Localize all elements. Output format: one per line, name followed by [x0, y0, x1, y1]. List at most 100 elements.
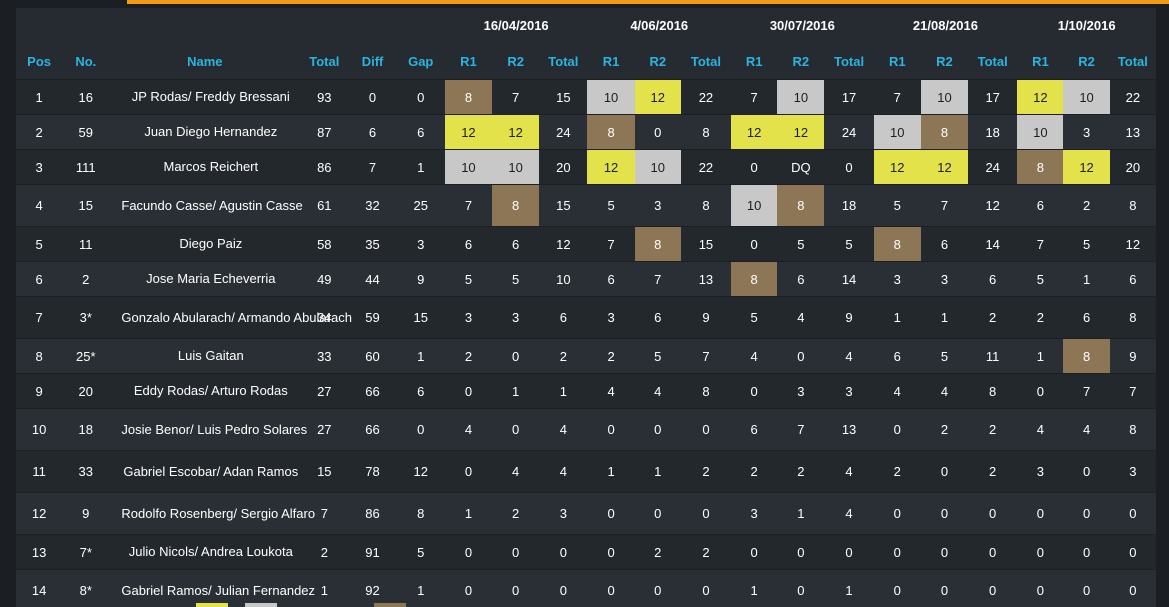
col-e4-r2[interactable]: R2: [920, 43, 969, 80]
row-number: 7*: [62, 534, 110, 570]
event-5-total-cell: 3: [1109, 450, 1156, 493]
row-number: 111: [62, 149, 110, 185]
event-3-r1-cell: 7: [731, 79, 778, 115]
col-e3-r1[interactable]: R1: [731, 43, 778, 80]
event-1-r1-cell: 5: [444, 261, 493, 297]
event-3-r2-cell: 0: [777, 338, 825, 374]
event-4-r1-cell: 3: [873, 261, 921, 297]
col-gap[interactable]: Gap: [396, 43, 445, 80]
col-e5-total[interactable]: Total: [1109, 43, 1156, 80]
event-4-r1-cell: 1: [873, 296, 921, 339]
row-pos: 5: [16, 226, 63, 262]
event-4-r2-cell: 1: [920, 296, 969, 339]
event-2-r2-cell: 1: [634, 450, 681, 493]
row-gap: 6: [396, 114, 445, 150]
table-row[interactable]: 7 3* Gonzalo Abularach/ Armando Abularach 3…: [16, 296, 1156, 339]
col-e2-r2[interactable]: R2: [634, 43, 681, 80]
event-4-total-cell: 18: [968, 114, 1018, 150]
row-total: 93: [300, 79, 349, 115]
table-row[interactable]: 6 2 Jose Maria Echeverria 49 44 9 5 5 10 6 7 13 8 6 14…: [16, 261, 1156, 297]
col-e2-r1[interactable]: R1: [587, 43, 635, 80]
row-name: JP Rodas/ Freddy Bressani: [109, 79, 301, 115]
event-4-total-cell: 2: [968, 408, 1018, 451]
event-3-r1-cell: 0: [731, 149, 778, 185]
table-row[interactable]: 2 59 Juan Diego Hernandez 87 6 6 12 12 24 8 0 8 12 12…: [16, 114, 1156, 150]
event-4-total-cell: 8: [968, 373, 1018, 409]
col-e5-r2[interactable]: R2: [1063, 43, 1110, 80]
row-diff: 66: [348, 373, 397, 409]
table-row[interactable]: 9 20 Eddy Rodas/ Arturo Rodas 27 66 6 0 1 1 4 4 8 0 3…: [16, 373, 1156, 409]
col-name[interactable]: Name: [109, 43, 301, 80]
col-total[interactable]: Total: [300, 43, 349, 80]
event-date-4: 21/08/2016: [873, 8, 1018, 44]
col-e1-r2[interactable]: R2: [492, 43, 540, 80]
event-1-r1-cell: 0: [444, 373, 493, 409]
event-3-r1-cell: 0: [731, 226, 778, 262]
col-diff[interactable]: Diff: [348, 43, 397, 80]
event-1-r1-cell: 0: [444, 450, 493, 493]
event-3-r1-cell: 6: [731, 408, 778, 451]
table-row[interactable]: 13 7* Julio Nicols/ Andrea Loukota 2 91 5 0 0 0 0…: [16, 534, 1156, 570]
legend-bronze-swatch: [374, 603, 406, 607]
standings-table: 16/04/2016 4/06/2016 30/07/2016 21/08/20…: [16, 8, 1156, 607]
row-gap: 1: [396, 569, 445, 607]
table-row[interactable]: 4 15 Facundo Casse/ Agustin Casse 61 32 25 7 8 1…: [16, 184, 1156, 227]
event-2-r1-cell: 0: [587, 408, 635, 451]
event-1-r1-cell: 3: [444, 296, 493, 339]
event-4-r2-cell: 8: [920, 114, 969, 150]
col-e1-total[interactable]: Total: [539, 43, 588, 80]
table-row[interactable]: 1 16 JP Rodas/ Freddy Bressani 93 0 0 8 7 15 10 12…: [16, 79, 1156, 115]
event-3-r2-cell: 12: [777, 114, 825, 150]
col-e3-r2[interactable]: R2: [777, 43, 825, 80]
col-e1-r1[interactable]: R1: [444, 43, 493, 80]
col-e4-total[interactable]: Total: [968, 43, 1018, 80]
row-number: 8*: [62, 569, 110, 607]
event-4-r2-cell: 2: [920, 408, 969, 451]
row-name: Eddy Rodas/ Arturo Rodas: [109, 373, 301, 409]
event-5-r2-cell: 3: [1063, 114, 1110, 150]
row-number: 15: [62, 184, 110, 227]
event-5-r2-cell: 5: [1063, 226, 1110, 262]
table-row[interactable]: 8 25* Luis Gaitan 33 60 1 2 0 2 2 5 7 4 0 4 6 5 11 1 8 9: [16, 338, 1156, 374]
col-e4-r1[interactable]: R1: [873, 43, 921, 80]
row-pos: 9: [16, 373, 63, 409]
event-3-total-cell: 4: [824, 338, 874, 374]
event-3-total-cell: 1: [824, 569, 874, 607]
col-e2-total[interactable]: Total: [680, 43, 732, 80]
event-5-r1-cell: 4: [1017, 408, 1064, 451]
row-number: 2: [62, 261, 110, 297]
date-header-row: 16/04/2016 4/06/2016 30/07/2016 21/08/20…: [16, 8, 1156, 44]
table-row[interactable]: 5 11 Diego Paiz 58 35 3 6 6 12 7 8 15 0 5 5 8 6 14 7 5 12: [16, 226, 1156, 262]
table-row[interactable]: 3 111 Marcos Reichert 86 7 1 10 10 20 12 10 22 0 DQ 0 1…: [16, 149, 1156, 185]
event-date-2: 4/06/2016: [587, 8, 732, 44]
event-2-r1-cell: 4: [587, 373, 635, 409]
event-2-total-cell: 8: [680, 373, 732, 409]
row-pos: 11: [16, 450, 63, 493]
table-row[interactable]: 14 8* Gabriel Ramos/ Julian Fernandez 1 92 1 0…: [16, 569, 1156, 607]
event-1-r2-cell: 2: [492, 492, 540, 535]
event-2-r1-cell: 8: [587, 114, 635, 150]
event-1-total-cell: 15: [539, 79, 588, 115]
event-3-r1-cell: 2: [731, 450, 778, 493]
event-3-total-cell: 5: [824, 226, 874, 262]
event-4-r1-cell: 0: [873, 492, 921, 535]
row-name: Josie Benor/ Luis Pedro Solares: [109, 408, 307, 451]
col-no[interactable]: No.: [62, 43, 110, 80]
row-gap: 12: [396, 450, 445, 493]
event-2-r2-cell: 10: [634, 149, 681, 185]
event-5-total-cell: 0: [1109, 534, 1156, 570]
table-row[interactable]: 12 9 Rodolfo Rosenberg/ Sergio Alfaro 7 86 8 1…: [16, 492, 1156, 535]
event-2-total-cell: 8: [680, 184, 732, 227]
event-1-total-cell: 15: [539, 184, 588, 227]
col-pos[interactable]: Pos: [16, 43, 63, 80]
table-row[interactable]: 10 18 Josie Benor/ Luis Pedro Solares 27 66 0…: [16, 408, 1156, 451]
col-e5-r1[interactable]: R1: [1017, 43, 1064, 80]
row-diff: 78: [348, 450, 397, 493]
event-2-r1-cell: 7: [587, 226, 635, 262]
table-row[interactable]: 11 33 Gabriel Escobar/ Adan Ramos 15 78 12 0 4 4…: [16, 450, 1156, 493]
row-total: 27: [300, 408, 349, 451]
col-e3-total[interactable]: Total: [824, 43, 874, 80]
event-5-r1-cell: 8: [1017, 149, 1064, 185]
event-5-r1-cell: 0: [1017, 492, 1064, 535]
standings-table-container[interactable]: 16/04/2016 4/06/2016 30/07/2016 21/08/20…: [16, 8, 1156, 607]
